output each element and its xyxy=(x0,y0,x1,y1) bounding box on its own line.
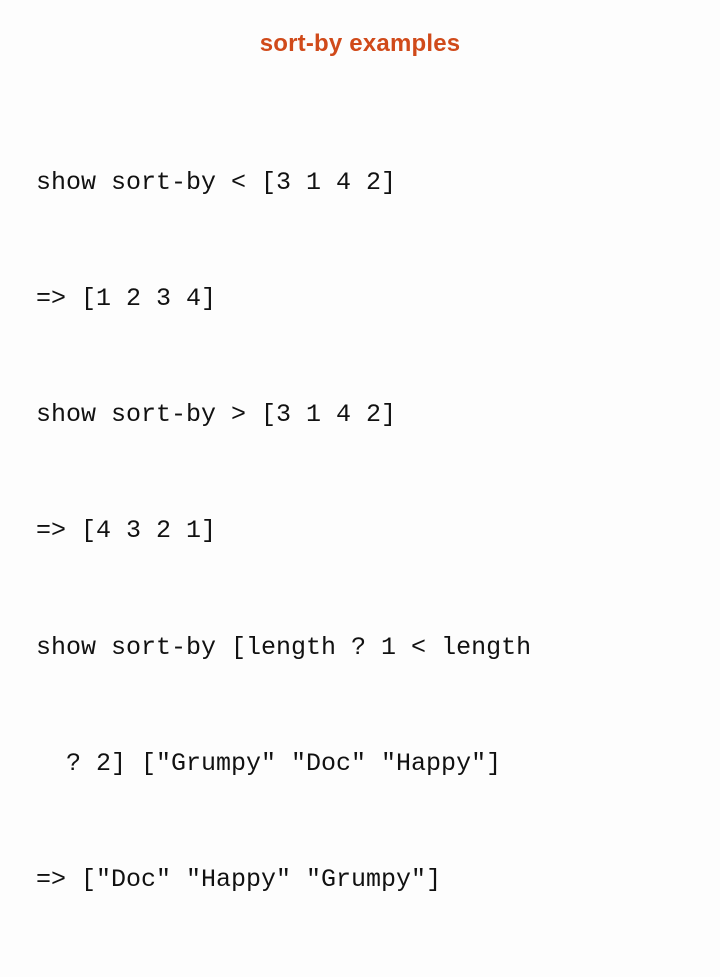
code-line-continuation: ? 2] ["Grumpy" "Doc" "Happy"] xyxy=(36,745,684,784)
slide: sort-by examples show sort-by < [3 1 4 2… xyxy=(0,0,720,540)
code-line: show sort-by > [3 1 4 2] xyxy=(36,396,684,435)
code-line: show sort-by [length ? 1 < length xyxy=(36,629,684,668)
slide-title: sort-by examples xyxy=(36,30,684,58)
code-line: => ["Doc" "Happy" "Grumpy"] xyxy=(36,861,684,900)
code-line: => [1 2 3 4] xyxy=(36,280,684,319)
code-line: => [4 3 2 1] xyxy=(36,512,684,551)
code-block: show sort-by < [3 1 4 2] => [1 2 3 4] sh… xyxy=(36,86,684,977)
code-line: show sort-by < [3 1 4 2] xyxy=(36,164,684,203)
